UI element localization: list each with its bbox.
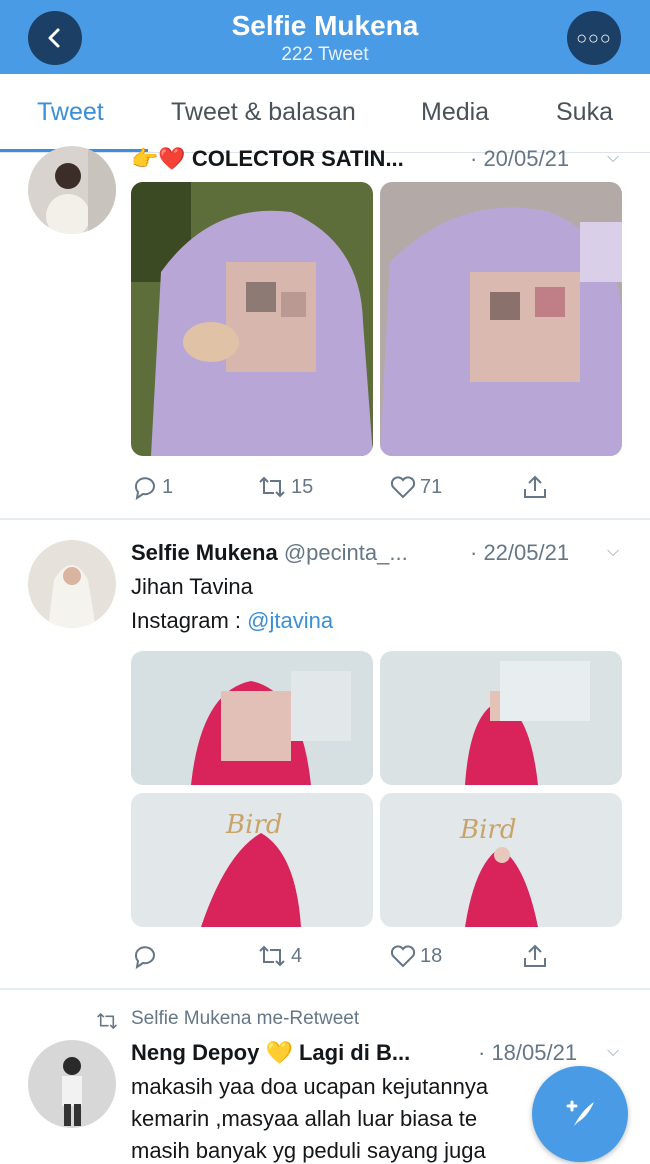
svg-text:Bird: Bird <box>225 810 283 840</box>
like-count: 18 <box>420 944 443 967</box>
tweet-divider <box>0 518 650 520</box>
profile-title: Selfie Mukena <box>231 10 419 41</box>
retweet-icon <box>97 1012 117 1030</box>
chevron-down-icon[interactable]: ⌵ <box>607 543 619 561</box>
tweet-image[interactable]: Bird <box>380 793 622 927</box>
tweet-header: 👉❤️ COLECTOR SATIN... <box>131 146 404 172</box>
retweet-count: 15 <box>291 475 314 498</box>
avatar[interactable] <box>28 1040 116 1128</box>
compose-tweet-button[interactable] <box>532 1066 628 1162</box>
tweet-text: makasih yaa doa ucapan kejutannya <box>131 1074 489 1099</box>
tab-tweet[interactable]: Tweet <box>37 98 104 127</box>
retweet-button[interactable]: 15 <box>256 473 313 501</box>
tweet-text: kemarin ,masyaa allah luar biasa te <box>131 1106 478 1131</box>
tweet-date: · 18/05/21 <box>478 1040 578 1065</box>
tab-likes[interactable]: Suka <box>556 98 613 127</box>
more-options-button[interactable]: ○○○ <box>567 11 621 65</box>
feather-plus-icon <box>566 1100 594 1126</box>
tweet-header: Selfie Mukena @pecinta_... <box>131 540 408 566</box>
retweet-count: 4 <box>291 944 303 967</box>
tweet-image[interactable] <box>380 182 622 456</box>
share-button[interactable] <box>521 942 549 970</box>
profile-header: Selfie Mukena 222 Tweet ○○○ <box>0 0 650 74</box>
chevron-down-icon[interactable]: ⌵ <box>607 1043 619 1061</box>
like-button[interactable]: 18 <box>389 942 442 970</box>
retweet-icon <box>259 945 285 967</box>
tweet-text-prefix: Instagram : <box>131 608 248 633</box>
tweet-text: Jihan Tavina <box>131 574 253 599</box>
mention-link[interactable]: @jtavina <box>247 608 333 633</box>
share-icon <box>524 475 546 498</box>
author-name[interactable]: Selfie Mukena <box>131 540 278 565</box>
chevron-down-icon[interactable]: ⌵ <box>607 149 619 167</box>
profile-tabs: Tweet Tweet & balasan Media Suka <box>0 74 650 153</box>
tweet-actions: 1 15 71 <box>131 473 551 503</box>
tweet-image[interactable]: Bird <box>131 793 373 927</box>
tweet-actions: 4 18 <box>131 942 551 972</box>
svg-text:Bird: Bird <box>459 815 517 845</box>
tab-tweet-replies[interactable]: Tweet & balasan <box>171 98 356 127</box>
author-handle[interactable]: @pecinta_... <box>284 540 408 565</box>
reply-button[interactable]: 1 <box>131 473 173 501</box>
share-button[interactable] <box>521 473 549 501</box>
tweet-image[interactable] <box>380 651 622 785</box>
like-count: 71 <box>420 475 443 498</box>
reply-count: 1 <box>162 475 174 498</box>
like-button[interactable]: 71 <box>389 473 442 501</box>
author-name[interactable]: COLECTOR SATIN... <box>192 146 404 171</box>
more-icon: ○○○ <box>576 27 612 48</box>
reply-icon <box>134 946 155 970</box>
reply-button[interactable] <box>131 942 162 970</box>
emoji: 👉❤️ <box>131 146 186 171</box>
tweet-image[interactable] <box>131 182 373 456</box>
reply-icon <box>134 477 155 501</box>
tweet-text: masih banyak yg peduli sayang juga <box>131 1138 486 1163</box>
retweet-icon <box>259 476 285 498</box>
heart-icon <box>390 476 416 499</box>
tweet-date: · 22/05/21 <box>470 540 570 565</box>
avatar[interactable] <box>28 540 116 628</box>
tweet-divider <box>0 988 650 990</box>
retweet-button[interactable]: 4 <box>256 942 302 970</box>
tweet-count: 222 Tweet <box>281 44 369 65</box>
tweet-date: · 20/05/21 <box>470 146 570 171</box>
tweet-text: Instagram : @jtavina <box>131 608 333 634</box>
share-icon <box>524 944 546 967</box>
avatar[interactable] <box>28 146 116 234</box>
retweet-label: Selfie Mukena me-Retweet <box>131 1008 360 1029</box>
heart-icon <box>390 945 416 968</box>
tweet-header: Neng Depoy 💛 Lagi di B... <box>131 1040 410 1066</box>
tweet-image[interactable] <box>131 651 373 785</box>
tab-media[interactable]: Media <box>421 98 489 127</box>
author-name[interactable]: Neng Depoy 💛 Lagi di B... <box>131 1040 410 1065</box>
